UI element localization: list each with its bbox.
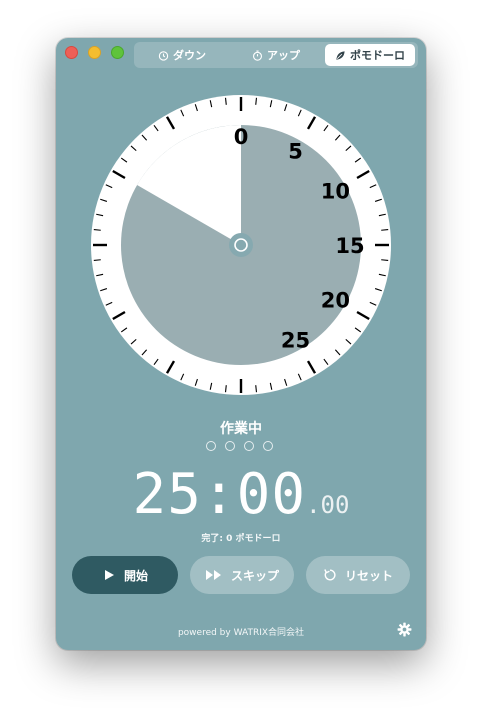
dial-label: 15 bbox=[335, 234, 364, 258]
session-dot bbox=[244, 441, 254, 451]
skip-button-label: スキップ bbox=[230, 568, 279, 583]
play-icon bbox=[104, 570, 114, 580]
minor-tick bbox=[224, 97, 227, 105]
minor-tick bbox=[381, 259, 389, 262]
reset-icon bbox=[324, 569, 336, 581]
timer-separator: : bbox=[201, 462, 237, 527]
minimize-window-button[interactable] bbox=[88, 46, 101, 59]
leaf-icon bbox=[336, 50, 345, 60]
skip-button[interactable]: スキップ bbox=[190, 556, 294, 594]
gear-icon[interactable] bbox=[397, 622, 412, 637]
reset-button-label: リセット bbox=[344, 568, 393, 583]
minor-tick bbox=[381, 228, 389, 231]
minor-tick bbox=[224, 385, 227, 393]
reset-button[interactable]: リセット bbox=[306, 556, 410, 594]
minor-tick bbox=[93, 228, 101, 231]
close-window-button[interactable] bbox=[65, 46, 78, 59]
fast-forward-icon bbox=[205, 570, 221, 580]
timer-seconds: 00 bbox=[236, 462, 307, 527]
start-button[interactable]: 開始 bbox=[72, 556, 178, 594]
timer-minutes: 25 bbox=[132, 462, 202, 527]
stopwatch-icon bbox=[253, 50, 262, 61]
maximize-window-button[interactable] bbox=[111, 46, 124, 59]
session-dot bbox=[225, 441, 235, 451]
dial-label: 25 bbox=[281, 328, 310, 352]
status-label: 作業中 bbox=[220, 421, 262, 437]
tab-countup[interactable]: アップ bbox=[230, 44, 322, 66]
completed-count: 完了: 0 ポモドーロ bbox=[201, 534, 281, 544]
minor-tick bbox=[255, 385, 258, 393]
tab-pomodoro[interactable]: ポモドーロ bbox=[325, 44, 415, 66]
timer-dial: 0 5 10 15 20 25 bbox=[91, 95, 391, 395]
minor-tick bbox=[255, 97, 258, 105]
minor-tick bbox=[93, 259, 101, 262]
tab-pomodoro-label: ポモドーロ bbox=[350, 49, 405, 62]
mode-tabs: ダウン アップ ポモドーロ bbox=[134, 42, 418, 68]
dial-label: 0 bbox=[234, 125, 249, 149]
footer-credit: powered by WATRIX合同会社 bbox=[177, 628, 305, 638]
dial-label: 20 bbox=[321, 289, 350, 313]
start-button-label: 開始 bbox=[123, 568, 148, 583]
dial-center-hub bbox=[229, 233, 253, 257]
timer-centiseconds: .00 bbox=[306, 491, 350, 519]
tab-countup-label: アップ bbox=[267, 49, 300, 62]
tab-countdown[interactable]: ダウン bbox=[136, 44, 228, 66]
dial-label: 10 bbox=[321, 180, 350, 204]
session-dot bbox=[206, 441, 216, 451]
pomodoro-window: ダウン アップ ポモドーロ 0 5 10 15 20 25 作業中 25:00.… bbox=[56, 38, 426, 650]
timer-icon bbox=[158, 50, 169, 61]
tab-countdown-label: ダウン bbox=[173, 49, 206, 62]
dial-label: 5 bbox=[288, 140, 303, 164]
session-dots bbox=[206, 441, 273, 451]
timer-display: 25:00.00 bbox=[56, 462, 426, 527]
session-dot bbox=[263, 441, 273, 451]
